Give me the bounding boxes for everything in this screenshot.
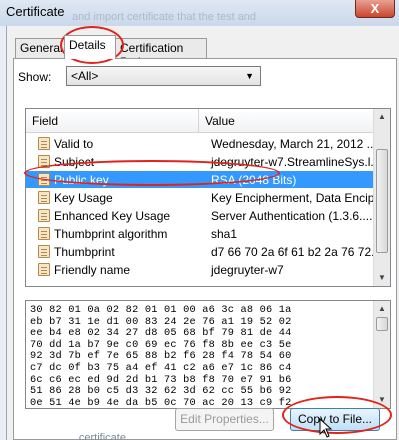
list-row[interactable]: Thumbprint d7 66 70 2a 6f 61 b2 2a 76 72.… (26, 243, 382, 260)
field-list[interactable]: Field Value Valid to Wednesday, March 21,… (25, 108, 391, 287)
hex-line: c7 dc 0f b3 75 a4 ef 41 c2 a6 e7 1c 86 c… (30, 362, 292, 374)
window-title: Certificate (6, 4, 65, 19)
highlight-oval-public-key (24, 160, 280, 186)
certificate-field-icon (38, 191, 50, 204)
list-row-field: Thumbprint (54, 245, 115, 259)
list-row-field: Key Usage (54, 191, 113, 205)
scroll-thumb[interactable] (376, 317, 388, 331)
chevron-down-icon: ▼ (245, 71, 254, 81)
list-row[interactable]: Friendly name jdegruyter-w7 (26, 261, 382, 278)
list-row-field: Enhanced Key Usage (54, 209, 171, 223)
list-row-value: d7 66 70 2a 6f 61 b2 2a 76 72... (211, 245, 382, 259)
list-row[interactable]: Enhanced Key Usage Server Authentication … (26, 207, 382, 224)
list-row-field: Friendly name (54, 263, 131, 277)
hex-line: 6c c6 ec ed 9d 2d b1 73 b8 f8 70 e7 91 b… (30, 373, 292, 386)
dialog-client-area: General Details Certification Path Show:… (6, 26, 399, 440)
list-row[interactable]: Key Usage Key Encipherment, Data Encip... (26, 189, 382, 206)
hex-line: 70 dd 1a b7 9e c0 69 ec 76 f8 8b ee c3 5… (30, 338, 292, 351)
title-bar: Certificate and import certificate that … (0, 0, 399, 26)
tab-details[interactable]: Details (64, 35, 116, 59)
certificate-field-icon (38, 137, 50, 150)
certificate-field-icon (38, 263, 50, 276)
highlight-oval-copy-button (282, 396, 392, 434)
show-label: Show: (18, 70, 52, 84)
list-row[interactable]: Thumbprint algorithm sha1 (26, 225, 382, 242)
column-header-value[interactable]: Value (205, 114, 235, 128)
scroll-down-arrow-icon[interactable]: ▼ (374, 270, 390, 286)
show-selected-value: <All> (71, 69, 99, 83)
field-value-textbox[interactable]: 30 82 01 0a 02 82 01 01 00 a6 3c a8 06 1… (25, 300, 391, 409)
tab-general[interactable]: General (15, 38, 65, 58)
list-row-value: sha1 (211, 227, 238, 241)
list-row-value: Server Authentication (1.3.6.... (211, 209, 373, 223)
column-divider[interactable] (198, 109, 199, 133)
column-header-field[interactable]: Field (32, 114, 58, 128)
close-button[interactable]: X (355, 0, 395, 18)
mouse-cursor-icon (319, 418, 333, 438)
list-row-value: Wednesday, March 21, 2012 ... (211, 137, 377, 151)
tab-certification-path[interactable]: Certification Path (115, 38, 207, 69)
certificate-field-icon (38, 227, 50, 240)
list-row-field: Valid to (54, 137, 94, 151)
list-row[interactable]: Valid to Wednesday, March 21, 2012 ... (26, 135, 382, 152)
certificate-field-icon (38, 245, 50, 258)
scroll-up-arrow-icon[interactable]: ▲ (374, 109, 390, 125)
list-row-value: jdegruyter-w7 (211, 263, 284, 277)
hex-scrollbar[interactable]: ▲ ▼ (373, 301, 390, 408)
scroll-thumb[interactable] (376, 149, 388, 253)
certificate-field-icon (38, 209, 50, 222)
list-row-value: Key Encipherment, Data Encip... (211, 191, 382, 205)
hex-line: 51 86 28 b0 c5 d3 32 62 3d 62 cc 55 b6 9… (30, 385, 292, 398)
hex-line: ee b4 e8 02 34 27 d8 05 68 bf 79 81 de 4… (30, 327, 292, 340)
background-window-text: and import certificate that the test and (72, 11, 257, 23)
hex-line: 92 3d 7b ef 7e 65 88 b2 f6 28 f4 78 54 6… (30, 350, 292, 363)
list-scrollbar[interactable]: ▲ ▼ (373, 109, 390, 286)
show-dropdown[interactable]: <All> ▼ (66, 66, 261, 86)
list-row-field: Thumbprint algorithm (54, 227, 168, 241)
list-header: Field Value (26, 109, 382, 133)
hex-line: 0e 51 4e b9 4e da b5 0c 70 ac 20 13 c9 f… (30, 396, 292, 409)
edit-properties-button[interactable]: Edit Properties... (175, 408, 274, 431)
hex-line: 30 82 01 0a 02 82 01 01 00 a6 3c a8 06 1… (30, 304, 292, 316)
background-window-footer-text: ... ... ... ... certificate... (30, 432, 136, 440)
scroll-up-arrow-icon[interactable]: ▲ (374, 301, 390, 317)
hex-line: eb b7 31 1e d1 00 83 24 2e 76 a1 19 52 0… (30, 315, 292, 328)
